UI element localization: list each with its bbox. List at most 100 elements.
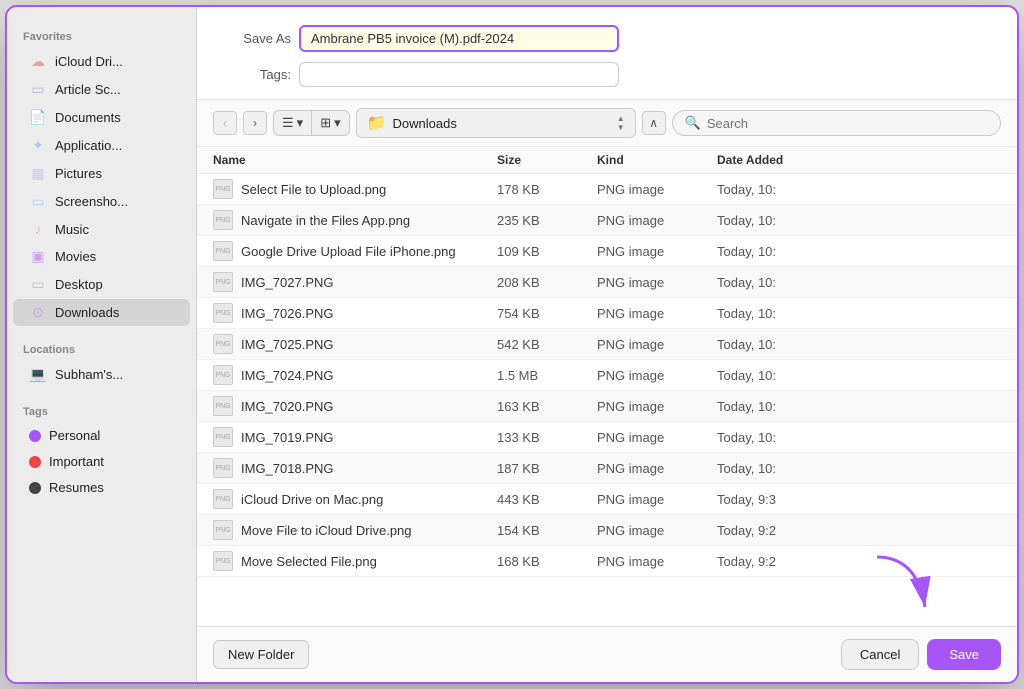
file-date: Today, 10: [717,368,1001,383]
table-row[interactable]: PNG Navigate in the Files App.png 235 KB… [197,205,1017,236]
table-row[interactable]: PNG Google Drive Upload File iPhone.png … [197,236,1017,267]
file-kind: PNG image [597,430,717,445]
file-name: IMG_7026.PNG [241,306,334,321]
table-row[interactable]: PNG IMG_7020.PNG 163 KB PNG image Today,… [197,391,1017,422]
sidebar-item-downloads[interactable]: ⊙ Downloads [13,299,190,326]
sidebar-item-label: Personal [49,428,100,443]
file-size: 187 KB [497,461,597,476]
file-name: IMG_7024.PNG [241,368,334,383]
sidebar-item-label: Pictures [55,166,102,181]
desktop-icon: ▭ [29,276,47,293]
file-kind: PNG image [597,306,717,321]
file-name-cell: PNG IMG_7020.PNG [213,396,497,416]
file-list-container: Name Size Kind Date Added PNG Select Fil… [197,147,1017,626]
file-date: Today, 10: [717,461,1001,476]
new-folder-button[interactable]: New Folder [213,640,309,669]
file-thumb: PNG [213,334,233,354]
sidebar-item-tag-personal[interactable]: Personal [13,423,190,448]
save-as-label: Save As [221,31,291,46]
sidebar-item-applications[interactable]: ✦ Applicatio... [13,132,190,159]
save-as-input[interactable] [299,25,619,52]
table-row[interactable]: PNG Move File to iCloud Drive.png 154 KB… [197,515,1017,546]
file-thumb: PNG [213,396,233,416]
sidebar-item-tag-important[interactable]: Important [13,449,190,474]
table-row[interactable]: PNG Select File to Upload.png 178 KB PNG… [197,174,1017,205]
table-row[interactable]: PNG IMG_7019.PNG 133 KB PNG image Today,… [197,422,1017,453]
file-kind: PNG image [597,368,717,383]
sidebar-item-label: Documents [55,110,121,125]
forward-button[interactable]: › [243,111,267,135]
search-input[interactable] [707,116,988,131]
file-name: Google Drive Upload File iPhone.png [241,244,456,259]
file-kind: PNG image [597,399,717,414]
file-size: 443 KB [497,492,597,507]
favorites-label: Favorites [7,23,196,47]
table-row[interactable]: PNG IMG_7024.PNG 1.5 MB PNG image Today,… [197,360,1017,391]
location-dropdown[interactable]: 📁 Downloads ▲ ▼ [356,108,636,138]
file-name: iCloud Drive on Mac.png [241,492,383,507]
file-name-cell: PNG IMG_7025.PNG [213,334,497,354]
sidebar-item-tag-resumes[interactable]: Resumes [13,475,190,500]
cancel-button[interactable]: Cancel [841,639,919,670]
movie-icon: ▣ [29,248,47,265]
file-name-cell: PNG IMG_7019.PNG [213,427,497,447]
table-row[interactable]: PNG iCloud Drive on Mac.png 443 KB PNG i… [197,484,1017,515]
save-button[interactable]: Save [927,639,1001,670]
file-size: 754 KB [497,306,597,321]
tags-input[interactable] [299,62,619,87]
file-size: 154 KB [497,523,597,538]
file-thumb: PNG [213,179,233,199]
file-size: 109 KB [497,244,597,259]
sidebar-item-pictures[interactable]: ▦ Pictures [13,160,190,187]
file-name-cell: PNG IMG_7027.PNG [213,272,497,292]
sidebar-item-movies[interactable]: ▣ Movies [13,243,190,270]
file-name-cell: PNG IMG_7024.PNG [213,365,497,385]
back-button[interactable]: ‹ [213,111,237,135]
file-thumb: PNG [213,303,233,323]
file-date: Today, 9:2 [717,523,1001,538]
sidebar-item-label: iCloud Dri... [55,54,123,69]
table-row[interactable]: PNG Move Selected File.png 168 KB PNG im… [197,546,1017,577]
sidebar-item-article[interactable]: ▭ Article Sc... [13,76,190,103]
tags-label: Tags [7,398,196,422]
sidebar-item-subhams[interactable]: 💻 Subham's... [13,361,190,388]
expand-button[interactable]: ∧ [642,111,666,135]
sidebar-item-documents[interactable]: 📄 Documents [13,104,190,131]
table-row[interactable]: PNG IMG_7018.PNG 187 KB PNG image Today,… [197,453,1017,484]
pictures-icon: ▦ [29,165,47,182]
sidebar-item-screenshots[interactable]: ▭ Screensho... [13,188,190,215]
table-row[interactable]: PNG IMG_7025.PNG 542 KB PNG image Today,… [197,329,1017,360]
downloads-icon: ⊙ [29,304,47,321]
file-kind: PNG image [597,523,717,538]
sidebar-item-desktop[interactable]: ▭ Desktop [13,271,190,298]
dialog-header: Save As Tags: [197,7,1017,100]
file-kind: PNG image [597,461,717,476]
tag-resumes-dot [29,482,41,494]
file-kind: PNG image [597,244,717,259]
table-row[interactable]: PNG IMG_7026.PNG 754 KB PNG image Today,… [197,298,1017,329]
file-name: Move File to iCloud Drive.png [241,523,412,538]
file-thumb: PNG [213,458,233,478]
toolbar: ‹ › ☰ ▾ ⊞ ▾ 📁 Downloads ▲ ▼ [197,100,1017,147]
view-toggle[interactable]: ☰ ▾ ⊞ ▾ [273,110,350,136]
list-icon: ☰ [282,115,294,131]
list-view-button[interactable]: ☰ ▾ [274,111,312,135]
main-content: Save As Tags: ‹ › ☰ ▾ ⊞ ▾ [197,7,1017,682]
column-kind: Kind [597,153,717,167]
file-name: IMG_7018.PNG [241,461,334,476]
sidebar-item-icloud[interactable]: ☁ iCloud Dri... [13,48,190,75]
sidebar-item-label: Important [49,454,104,469]
file-kind: PNG image [597,554,717,569]
column-name: Name [213,153,497,167]
table-row[interactable]: PNG IMG_7027.PNG 208 KB PNG image Today,… [197,267,1017,298]
cloud-icon: ☁ [29,53,47,70]
file-name-cell: PNG Select File to Upload.png [213,179,497,199]
file-kind: PNG image [597,275,717,290]
folder-blue-icon: 📁 [367,113,387,133]
file-thumb: PNG [213,241,233,261]
computer-icon: 💻 [29,366,47,383]
sidebar-item-music[interactable]: ♪ Music [13,216,190,242]
grid-icon: ⊞ [320,115,331,131]
tags-row: Tags: [221,62,993,87]
grid-view-button[interactable]: ⊞ ▾ [312,111,348,135]
